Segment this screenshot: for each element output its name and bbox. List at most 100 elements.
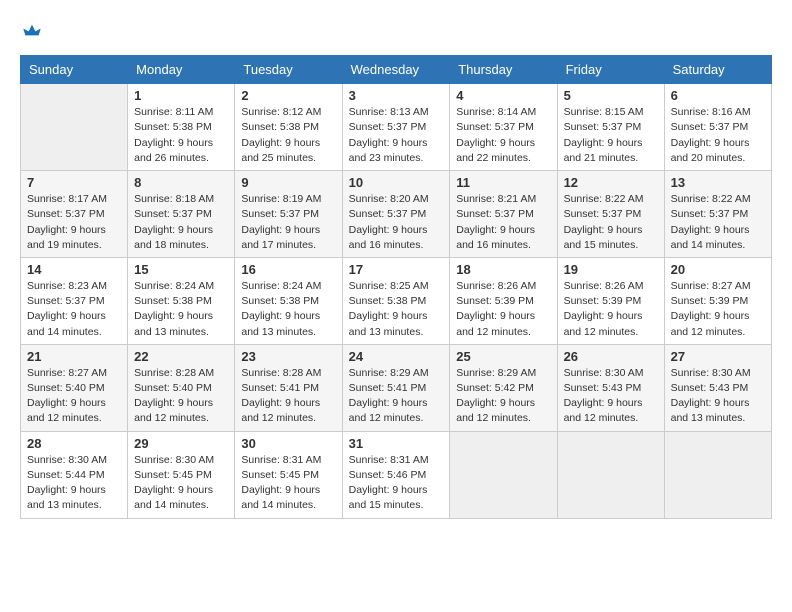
day-info: Sunrise: 8:26 AM Sunset: 5:39 PM Dayligh… <box>456 279 550 340</box>
day-info: Sunrise: 8:14 AM Sunset: 5:37 PM Dayligh… <box>456 105 550 166</box>
day-number: 19 <box>564 262 658 277</box>
day-of-week-header: Saturday <box>664 56 771 84</box>
calendar-cell: 23 Sunrise: 8:28 AM Sunset: 5:41 PM Dayli… <box>235 344 342 431</box>
day-of-week-header: Wednesday <box>342 56 450 84</box>
calendar-table: SundayMondayTuesdayWednesdayThursdayFrid… <box>20 55 772 518</box>
logo-icon <box>22 20 42 40</box>
calendar-cell: 15 Sunrise: 8:24 AM Sunset: 5:38 PM Dayli… <box>128 257 235 344</box>
day-info: Sunrise: 8:24 AM Sunset: 5:38 PM Dayligh… <box>134 279 228 340</box>
logo <box>20 20 42 45</box>
calendar-cell: 4 Sunrise: 8:14 AM Sunset: 5:37 PM Daylig… <box>450 84 557 171</box>
day-info: Sunrise: 8:30 AM Sunset: 5:44 PM Dayligh… <box>27 453 121 514</box>
day-number: 27 <box>671 349 765 364</box>
day-number: 9 <box>241 175 335 190</box>
calendar-cell: 17Sunrise: 8:25 AM Sunset: 5:38 PM Dayli… <box>342 257 450 344</box>
calendar-cell: 9 Sunrise: 8:19 AM Sunset: 5:37 PM Daylig… <box>235 171 342 258</box>
page-header <box>20 20 772 45</box>
day-info: Sunrise: 8:15 AM Sunset: 5:37 PM Dayligh… <box>564 105 658 166</box>
calendar-cell: 11 Sunrise: 8:21 AM Sunset: 5:37 PM Dayli… <box>450 171 557 258</box>
day-number: 15 <box>134 262 228 277</box>
calendar-cell: 16 Sunrise: 8:24 AM Sunset: 5:38 PM Dayli… <box>235 257 342 344</box>
day-number: 1 <box>134 88 228 103</box>
calendar-cell: 22 Sunrise: 8:28 AM Sunset: 5:40 PM Dayli… <box>128 344 235 431</box>
day-of-week-header: Thursday <box>450 56 557 84</box>
calendar-header-row: SundayMondayTuesdayWednesdayThursdayFrid… <box>21 56 772 84</box>
calendar-week-row: 14 Sunrise: 8:23 AM Sunset: 5:37 PM Dayli… <box>21 257 772 344</box>
day-number: 8 <box>134 175 228 190</box>
calendar-cell: 3Sunrise: 8:13 AM Sunset: 5:37 PM Daylig… <box>342 84 450 171</box>
calendar-week-row: 7Sunrise: 8:17 AM Sunset: 5:37 PM Daylig… <box>21 171 772 258</box>
calendar-cell <box>557 431 664 518</box>
day-info: Sunrise: 8:18 AM Sunset: 5:37 PM Dayligh… <box>134 192 228 253</box>
calendar-cell: 5Sunrise: 8:15 AM Sunset: 5:37 PM Daylig… <box>557 84 664 171</box>
day-info: Sunrise: 8:16 AM Sunset: 5:37 PM Dayligh… <box>671 105 765 166</box>
calendar-cell: 30 Sunrise: 8:31 AM Sunset: 5:45 PM Dayli… <box>235 431 342 518</box>
day-info: Sunrise: 8:11 AM Sunset: 5:38 PM Dayligh… <box>134 105 228 166</box>
day-info: Sunrise: 8:26 AM Sunset: 5:39 PM Dayligh… <box>564 279 658 340</box>
day-info: Sunrise: 8:30 AM Sunset: 5:43 PM Dayligh… <box>564 366 658 427</box>
day-number: 23 <box>241 349 335 364</box>
calendar-cell <box>21 84 128 171</box>
day-info: Sunrise: 8:28 AM Sunset: 5:40 PM Dayligh… <box>134 366 228 427</box>
day-number: 29 <box>134 436 228 451</box>
calendar-cell: 19 Sunrise: 8:26 AM Sunset: 5:39 PM Dayli… <box>557 257 664 344</box>
day-info: Sunrise: 8:28 AM Sunset: 5:41 PM Dayligh… <box>241 366 335 427</box>
calendar-cell: 28Sunrise: 8:30 AM Sunset: 5:44 PM Dayli… <box>21 431 128 518</box>
calendar-week-row: 1 Sunrise: 8:11 AM Sunset: 5:38 PM Daylig… <box>21 84 772 171</box>
calendar-cell: 1 Sunrise: 8:11 AM Sunset: 5:38 PM Daylig… <box>128 84 235 171</box>
day-info: Sunrise: 8:30 AM Sunset: 5:43 PM Dayligh… <box>671 366 765 427</box>
calendar-cell: 21Sunrise: 8:27 AM Sunset: 5:40 PM Dayli… <box>21 344 128 431</box>
day-number: 13 <box>671 175 765 190</box>
day-number: 6 <box>671 88 765 103</box>
calendar-cell: 27 Sunrise: 8:30 AM Sunset: 5:43 PM Dayli… <box>664 344 771 431</box>
calendar-cell: 8 Sunrise: 8:18 AM Sunset: 5:37 PM Daylig… <box>128 171 235 258</box>
day-info: Sunrise: 8:31 AM Sunset: 5:45 PM Dayligh… <box>241 453 335 514</box>
day-number: 4 <box>456 88 550 103</box>
calendar-cell: 6 Sunrise: 8:16 AM Sunset: 5:37 PM Daylig… <box>664 84 771 171</box>
day-info: Sunrise: 8:20 AM Sunset: 5:37 PM Dayligh… <box>349 192 444 253</box>
day-info: Sunrise: 8:12 AM Sunset: 5:38 PM Dayligh… <box>241 105 335 166</box>
calendar-cell: 26 Sunrise: 8:30 AM Sunset: 5:43 PM Dayli… <box>557 344 664 431</box>
day-of-week-header: Friday <box>557 56 664 84</box>
day-number: 14 <box>27 262 121 277</box>
day-of-week-header: Monday <box>128 56 235 84</box>
calendar-week-row: 21Sunrise: 8:27 AM Sunset: 5:40 PM Dayli… <box>21 344 772 431</box>
day-of-week-header: Tuesday <box>235 56 342 84</box>
day-info: Sunrise: 8:24 AM Sunset: 5:38 PM Dayligh… <box>241 279 335 340</box>
day-number: 24 <box>349 349 444 364</box>
day-number: 26 <box>564 349 658 364</box>
day-number: 25 <box>456 349 550 364</box>
day-info: Sunrise: 8:23 AM Sunset: 5:37 PM Dayligh… <box>27 279 121 340</box>
calendar-cell <box>664 431 771 518</box>
calendar-cell <box>450 431 557 518</box>
calendar-cell: 25 Sunrise: 8:29 AM Sunset: 5:42 PM Dayli… <box>450 344 557 431</box>
day-info: Sunrise: 8:22 AM Sunset: 5:37 PM Dayligh… <box>564 192 658 253</box>
day-of-week-header: Sunday <box>21 56 128 84</box>
day-info: Sunrise: 8:29 AM Sunset: 5:41 PM Dayligh… <box>349 366 444 427</box>
day-number: 2 <box>241 88 335 103</box>
day-info: Sunrise: 8:19 AM Sunset: 5:37 PM Dayligh… <box>241 192 335 253</box>
calendar-week-row: 28Sunrise: 8:30 AM Sunset: 5:44 PM Dayli… <box>21 431 772 518</box>
calendar-cell: 7Sunrise: 8:17 AM Sunset: 5:37 PM Daylig… <box>21 171 128 258</box>
calendar-cell: 2 Sunrise: 8:12 AM Sunset: 5:38 PM Daylig… <box>235 84 342 171</box>
day-number: 16 <box>241 262 335 277</box>
day-number: 3 <box>349 88 444 103</box>
day-info: Sunrise: 8:30 AM Sunset: 5:45 PM Dayligh… <box>134 453 228 514</box>
day-info: Sunrise: 8:25 AM Sunset: 5:38 PM Dayligh… <box>349 279 444 340</box>
day-info: Sunrise: 8:21 AM Sunset: 5:37 PM Dayligh… <box>456 192 550 253</box>
day-number: 11 <box>456 175 550 190</box>
day-number: 20 <box>671 262 765 277</box>
calendar-cell: 24 Sunrise: 8:29 AM Sunset: 5:41 PM Dayli… <box>342 344 450 431</box>
day-info: Sunrise: 8:27 AM Sunset: 5:40 PM Dayligh… <box>27 366 121 427</box>
day-number: 30 <box>241 436 335 451</box>
day-info: Sunrise: 8:27 AM Sunset: 5:39 PM Dayligh… <box>671 279 765 340</box>
calendar-cell: 18Sunrise: 8:26 AM Sunset: 5:39 PM Dayli… <box>450 257 557 344</box>
day-number: 31 <box>349 436 444 451</box>
day-info: Sunrise: 8:17 AM Sunset: 5:37 PM Dayligh… <box>27 192 121 253</box>
logo-text <box>20 20 42 45</box>
day-info: Sunrise: 8:29 AM Sunset: 5:42 PM Dayligh… <box>456 366 550 427</box>
day-info: Sunrise: 8:22 AM Sunset: 5:37 PM Dayligh… <box>671 192 765 253</box>
calendar-cell: 10Sunrise: 8:20 AM Sunset: 5:37 PM Dayli… <box>342 171 450 258</box>
day-number: 22 <box>134 349 228 364</box>
calendar-cell: 29 Sunrise: 8:30 AM Sunset: 5:45 PM Dayli… <box>128 431 235 518</box>
